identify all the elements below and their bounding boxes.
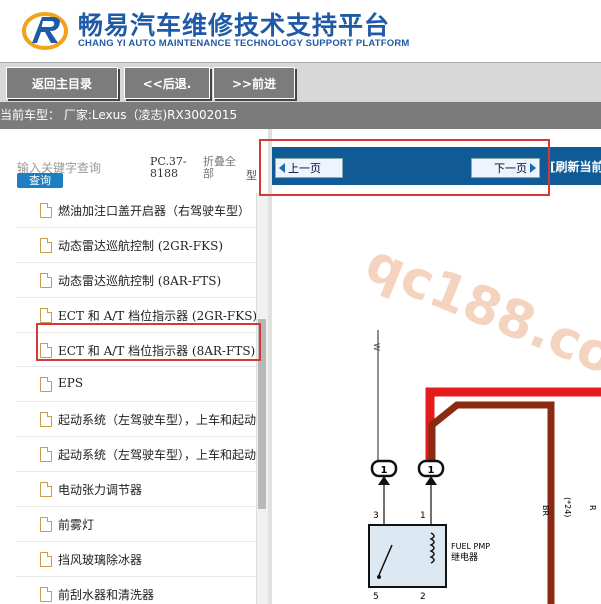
tree-item-label: 起动系统（左驾驶车型），上车和起动: [58, 448, 256, 463]
right-panel: 上一页 下一页 [刷新当前 W 1 1 3 1 FUEL PMP 继电器 5 2…: [272, 129, 601, 604]
tree-item-label: ECT 和 A/T 档位指示器 (2GR-FKS): [58, 308, 256, 323]
tree-item[interactable]: 挡风玻璃除冰器: [16, 542, 256, 577]
document-icon: [40, 517, 52, 533]
tree-item[interactable]: 动态雷达巡航控制 (2GR-FKS): [16, 228, 256, 263]
pin-5-label: 5: [373, 592, 379, 602]
home-button[interactable]: 返回主目录: [6, 67, 118, 99]
tree-item-label: 起动系统（左驾驶车型），上车和起动: [58, 413, 256, 428]
tree-item-label: 前雾灯: [58, 518, 95, 533]
arrow-right-icon: [530, 163, 536, 173]
wire-label-24: (*24): [563, 497, 572, 517]
tree-item[interactable]: ECT 和 A/T 档位指示器 (2GR-FKS): [16, 298, 256, 333]
tree-item-label: 前刮水器和清洗器: [58, 587, 155, 602]
document-icon: [40, 412, 52, 428]
wire-label-w: W: [372, 343, 381, 351]
relay-label-cn: 继电器: [451, 551, 478, 563]
document-icon: [40, 377, 52, 393]
current-model-bar: 当前车型： 厂家:Lexus（凌志)RX3002015: [0, 102, 601, 129]
document-icon: [40, 586, 52, 602]
wire-label-br: BR: [541, 505, 550, 516]
tree-item-label: 挡风玻璃除冰器: [58, 552, 143, 567]
document-icon: [40, 237, 52, 253]
tree-item[interactable]: 前刮水器和清洗器: [16, 577, 256, 604]
tree-item[interactable]: 动态雷达巡航控制 (8AR-FTS): [16, 263, 256, 298]
tree-item-label: 电动张力调节器: [58, 483, 143, 498]
tree-item-label: 动态雷达巡航控制 (2GR-FKS): [58, 238, 224, 253]
pin-2-label: 2: [420, 592, 426, 602]
page-nav-bar: 上一页 下一页 [刷新当前: [272, 147, 601, 185]
pin-1-label: 1: [420, 511, 426, 521]
document-icon: [40, 482, 52, 498]
document-icon: [40, 551, 52, 567]
brand-logo-icon: [22, 12, 68, 50]
document-icon: [40, 447, 52, 463]
document-icon: [40, 203, 52, 218]
tree-item-label: EPS: [58, 376, 84, 391]
document-icon: [40, 307, 52, 323]
left-panel: 输入关键字查询 查询 PC.37-8188 折叠全部 型 燃油加注口盖开启器（右…: [0, 129, 272, 604]
pc-code-label: PC.37-8188: [150, 155, 187, 180]
relay-contact-icon: [377, 575, 381, 579]
connector-left-label: 1: [381, 465, 388, 476]
tree-item-label: 动态雷达巡航控制 (8AR-FTS): [58, 273, 222, 288]
collapse-extra-text: 型: [246, 169, 257, 182]
back-button[interactable]: <<后退.: [124, 67, 210, 99]
connector-right-label: 1: [428, 465, 435, 476]
tree-item[interactable]: ECT 和 A/T 档位指示器 (8AR-FTS): [16, 333, 256, 368]
next-page-label: 下一页: [494, 162, 527, 175]
tree-item[interactable]: 前雾灯: [16, 507, 256, 542]
pin-3-label: 3: [373, 511, 379, 521]
tree-item[interactable]: EPS: [16, 367, 256, 403]
search-button[interactable]: 查询: [17, 173, 63, 188]
collapse-all-link[interactable]: 折叠全部: [203, 156, 243, 180]
tree-item[interactable]: 起动系统（左驾驶车型），上车和起动: [16, 437, 256, 473]
next-page-button[interactable]: 下一页: [471, 158, 540, 178]
document-icon: [40, 272, 52, 288]
wiring-diagram-svg: W 1 1 3 1 FUEL PMP 继电器 5 2 BR (*24) R: [368, 330, 601, 604]
wiring-diagram: W 1 1 3 1 FUEL PMP 继电器 5 2 BR (*24) R qc…: [272, 185, 601, 604]
wire-label-r: R: [588, 505, 597, 511]
tree-list: 燃油加注口盖开启器（右驾驶车型） 动态雷达巡航控制 (2GR-FKS) 动态雷达巡航…: [16, 193, 256, 604]
app-header: 畅易汽车维修技术支持平台 CHANG YI AUTO MAINTENANCE T…: [0, 0, 601, 62]
forward-button[interactable]: >>前进: [213, 67, 295, 99]
nav-toolbar: 返回主目录 <<后退. >>前进: [0, 62, 601, 103]
arrow-left-icon: [279, 163, 285, 173]
wire-brown: [428, 401, 555, 604]
scrollbar-thumb[interactable]: [258, 319, 266, 509]
prev-page-label: 上一页: [288, 162, 321, 175]
brand-subtitle: CHANG YI AUTO MAINTENANCE TECHNOLOGY SUP…: [78, 38, 410, 49]
tree-item[interactable]: 电动张力调节器: [16, 472, 256, 508]
tree-item-label: 燃油加注口盖开启器（右驾驶车型）: [58, 204, 251, 218]
tree-item[interactable]: 起动系统（左驾驶车型），上车和起动: [16, 402, 256, 438]
tree-item[interactable]: 燃油加注口盖开启器（右驾驶车型）: [16, 193, 256, 228]
connector-arrow-right-icon: [425, 476, 437, 485]
document-icon: [40, 342, 52, 358]
connector-arrow-left-icon: [378, 476, 390, 485]
tree-item-label: ECT 和 A/T 档位指示器 (8AR-FTS): [58, 343, 256, 358]
refresh-link[interactable]: [刷新当前: [550, 158, 601, 175]
brand-title: 畅易汽车维修技术支持平台: [78, 11, 391, 40]
prev-page-button[interactable]: 上一页: [275, 158, 343, 178]
relay-label-en: FUEL PMP: [451, 542, 490, 551]
